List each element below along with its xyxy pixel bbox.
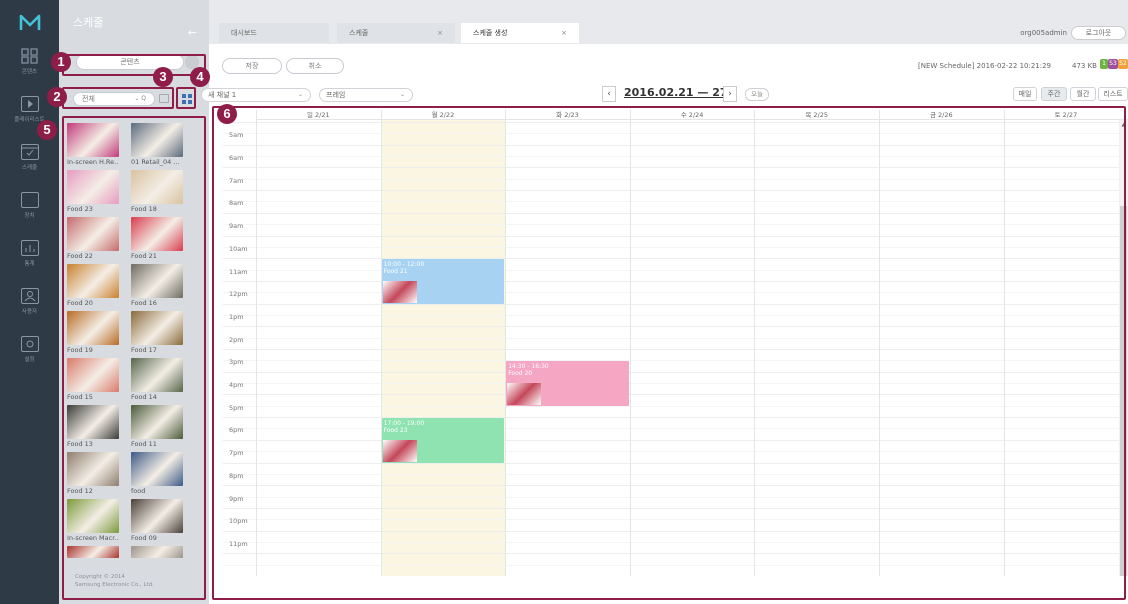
calendar-icon [20,144,39,160]
status-badge: S2 [1118,59,1128,69]
callout-3: 3 [153,67,173,87]
panel-title: 스케줄 [73,16,104,29]
rail-item-content[interactable]: 콘텐츠 [0,48,59,90]
tab-schedule-create[interactable]: 스케줄 생성 × [461,23,579,43]
monitor-icon [20,192,39,208]
account-name: org005admin [1020,29,1067,37]
callout-6: 6 [217,104,237,124]
chevron-down-icon: ⌄ [399,91,405,98]
view-daily-button[interactable]: 매일 [1013,87,1037,101]
tab-bar: 대시보드 스케줄 × 스케줄 생성 × org005admin 로그아웃 [209,0,1128,44]
close-icon[interactable]: × [437,23,443,43]
highlight-box [62,87,174,109]
callout-5: 5 [37,120,57,140]
view-list-button[interactable]: 리스트 [1098,87,1128,101]
rail-item-device[interactable]: 장치 [0,192,59,234]
tab-dashboard[interactable]: 대시보드 [219,23,329,43]
highlight-box [62,116,206,600]
callout-2: 2 [47,87,67,107]
rail-item-settings[interactable]: 설정 [0,336,59,378]
gear-icon [20,336,39,352]
callout-4: 4 [190,67,210,87]
highlight-box [176,87,196,109]
tab-label: 스케줄 [349,29,369,37]
chart-icon [20,240,39,256]
callout-1: 1 [51,52,71,72]
save-button[interactable]: 저장 [222,58,282,74]
status-badge: S3 [1108,59,1118,69]
tab-schedule[interactable]: 스케줄 × [337,23,455,43]
channel-select[interactable]: 새 채널 1 ⌄ [201,88,311,102]
view-monthly-button[interactable]: 월간 [1070,87,1096,101]
tab-label: 대시보드 [231,29,257,37]
rail-label: 사용자 [21,309,38,315]
rail-item-stats[interactable]: 통계 [0,240,59,282]
view-weekly-button[interactable]: 주간 [1041,87,1067,101]
logout-button[interactable]: 로그아웃 [1071,26,1126,40]
status-badge: 1 [1100,59,1108,69]
rail-item-schedule[interactable]: 스케줄 [0,144,59,186]
frame-value: 프레임 [326,91,346,99]
next-week-button[interactable]: › [723,86,737,102]
date-range: 2016.02.21 — 27 [624,86,728,99]
highlight-box [62,54,206,76]
highlight-box [212,106,1126,600]
tab-label: 스케줄 생성 [473,29,508,37]
rail-item-user[interactable]: 사용자 [0,288,59,330]
user-icon [20,288,39,304]
channel-value: 새 채널 1 [208,91,237,99]
play-icon [20,96,39,112]
rail-label: 설정 [24,357,35,363]
size-info: 473 KB [1072,62,1097,70]
schedule-info: [NEW Schedule] 2016-02-22 10:21:29 [918,62,1052,70]
close-icon[interactable]: × [561,23,567,43]
cancel-button[interactable]: 취소 [286,58,344,74]
rail-label: 콘텐츠 [21,69,38,75]
frame-select[interactable]: 프레임 ⌄ [319,88,413,102]
prev-week-button[interactable]: ‹ [602,86,616,102]
rail-label: 장치 [24,213,35,219]
today-button[interactable]: 오늘 [745,88,769,101]
app-logo-icon [19,14,41,30]
grid-icon [20,48,39,64]
chevron-down-icon: ⌄ [297,91,303,98]
rail-label: 스케줄 [21,165,38,171]
rail-label: 통계 [24,261,35,267]
back-arrow-icon[interactable]: ← [188,26,197,39]
